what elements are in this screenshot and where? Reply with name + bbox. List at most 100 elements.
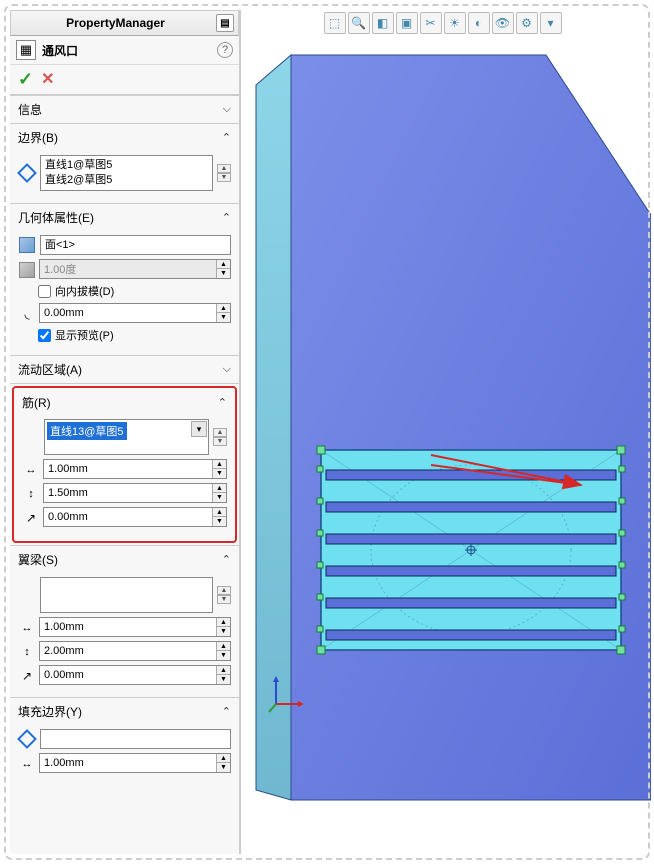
pin-icon[interactable]: ▤ [216, 14, 234, 32]
spin-down[interactable]: ▼ [216, 627, 230, 636]
rib-d2-input[interactable]: ▲▼ [43, 483, 227, 503]
spin-down[interactable]: ▼ [212, 517, 226, 526]
section-spars-label: 翼梁(S) [18, 551, 222, 568]
feature-title-row: ▦ 通风口 ? [10, 36, 239, 65]
spar-d2-field[interactable] [40, 642, 216, 660]
rib-d2-field[interactable] [44, 484, 212, 502]
spin-down: ▼ [216, 269, 230, 278]
draft-icon [18, 261, 36, 279]
rib-d1-field[interactable] [44, 460, 212, 478]
cancel-button[interactable]: ✕ [41, 69, 54, 90]
spin-down[interactable]: ▼ [212, 493, 226, 502]
ok-button[interactable]: ✓ [18, 69, 33, 90]
face-selection[interactable]: 面<1> [40, 235, 231, 255]
spar-selection-list[interactable] [40, 577, 213, 613]
diamond-icon [18, 164, 36, 182]
spin-down[interactable]: ▼ [216, 675, 230, 684]
list-item[interactable]: 直线2@草图5 [45, 173, 208, 188]
rib-selection-list[interactable]: 直线13@草图5 ▾ [44, 419, 209, 455]
display-style-icon[interactable]: ▣ [396, 12, 418, 34]
section-info-header[interactable]: 信息 ⌵ [10, 96, 239, 123]
section-boundary-header[interactable]: 边界(B) ⌃ [10, 124, 239, 151]
rib-sel-icon [22, 428, 40, 446]
draft-angle-field [40, 260, 216, 278]
section-geometry: 几何体属性(E) ⌃ 面<1> ▲▼ [10, 203, 239, 355]
list-dropdown-button[interactable]: ▾ [191, 421, 207, 437]
spin-up[interactable]: ▲ [216, 754, 230, 763]
d2-icon [22, 485, 40, 503]
chevron-down-icon: ⌵ [223, 363, 231, 376]
section-ribs: 筋(R) ⌃ 直线13@草图5 ▾ ▲ ▼ [10, 383, 239, 543]
more-icon[interactable]: ▾ [540, 12, 562, 34]
offset-icon [18, 305, 36, 323]
list-scroll-down[interactable]: ▼ [217, 595, 231, 604]
list-scroll-down[interactable]: ▼ [217, 173, 231, 182]
zoom-icon[interactable]: 🔍 [348, 12, 370, 34]
diamond-icon [18, 730, 36, 748]
orientation-triad[interactable] [266, 674, 306, 714]
list-scroll-up[interactable]: ▲ [217, 164, 231, 173]
chevron-down-icon: ⌵ [223, 103, 231, 116]
spin-up[interactable]: ▲ [212, 460, 226, 469]
offset-input[interactable]: ▲▼ [39, 303, 231, 323]
spar-angle-input[interactable]: ▲▼ [39, 665, 231, 685]
list-scroll-down[interactable]: ▼ [213, 437, 227, 446]
spar-d1-field[interactable] [40, 618, 216, 636]
spin-down[interactable]: ▼ [212, 469, 226, 478]
spin-down[interactable]: ▼ [216, 763, 230, 772]
rib-angle-field[interactable] [44, 508, 212, 526]
pm-header: PropertyManager ▤ [10, 10, 239, 36]
spin-up[interactable]: ▲ [216, 642, 230, 651]
view-orientation-icon[interactable]: ◧ [372, 12, 394, 34]
section-view-icon[interactable]: ✂ [420, 12, 442, 34]
rib-d1-input[interactable]: ▲▼ [43, 459, 227, 479]
appearance-icon[interactable]: ◐ [468, 12, 490, 34]
hide-show-icon[interactable]: 👁 [492, 12, 514, 34]
section-flow-header[interactable]: 流动区域(A) ⌵ [10, 356, 239, 383]
section-ribs-label: 筋(R) [22, 394, 218, 411]
section-fillin-label: 填充边界(Y) [18, 703, 222, 720]
scene-icon[interactable]: ☀ [444, 12, 466, 34]
zoom-fit-icon[interactable]: ⬚ [324, 12, 346, 34]
section-spars-header[interactable]: 翼梁(S) ⌃ [10, 546, 239, 573]
section-ribs-header[interactable]: 筋(R) ⌃ [18, 390, 231, 415]
spin-up[interactable]: ▲ [216, 304, 230, 313]
chevron-up-icon: ⌃ [222, 705, 231, 718]
spin-down[interactable]: ▼ [216, 313, 230, 322]
d1-icon [18, 755, 36, 773]
angle-icon [18, 667, 36, 685]
spin-up: ▲ [216, 260, 230, 269]
spin-up[interactable]: ▲ [216, 666, 230, 675]
d2-icon [18, 643, 36, 661]
spin-down[interactable]: ▼ [216, 651, 230, 660]
spar-angle-field[interactable] [40, 666, 216, 684]
chevron-up-icon: ⌃ [222, 553, 231, 566]
fillin-d1-field[interactable] [40, 754, 216, 772]
rib-angle-input[interactable]: ▲▼ [43, 507, 227, 527]
confirm-row: ✓ ✕ [10, 65, 239, 95]
spin-up[interactable]: ▲ [216, 618, 230, 627]
d1-icon [18, 619, 36, 637]
spin-up[interactable]: ▲ [212, 484, 226, 493]
section-geometry-header[interactable]: 几何体属性(E) ⌃ [10, 204, 239, 231]
spar-d2-input[interactable]: ▲▼ [39, 641, 231, 661]
help-icon[interactable]: ? [217, 42, 233, 58]
3d-viewport[interactable]: ⬚ 🔍 ◧ ▣ ✂ ☀ ◐ 👁 ⚙ ▾ [240, 10, 644, 854]
chevron-up-icon: ⌃ [222, 211, 231, 224]
spar-d1-input[interactable]: ▲▼ [39, 617, 231, 637]
section-flow: 流动区域(A) ⌵ [10, 355, 239, 383]
list-scroll-up[interactable]: ▲ [217, 586, 231, 595]
draft-inward-checkbox[interactable] [38, 285, 51, 298]
spin-up[interactable]: ▲ [212, 508, 226, 517]
show-preview-checkbox[interactable] [38, 329, 51, 342]
face-icon [18, 236, 36, 254]
boundary-selection-list[interactable]: 直线1@草图5 直线2@草图5 [40, 155, 213, 191]
list-item[interactable]: 直线1@草图5 [45, 158, 208, 173]
fillin-selection[interactable] [40, 729, 231, 749]
offset-field[interactable] [40, 304, 216, 322]
rib-selected-item[interactable]: 直线13@草图5 [47, 422, 127, 440]
section-fillin-header[interactable]: 填充边界(Y) ⌃ [10, 698, 239, 725]
settings-icon[interactable]: ⚙ [516, 12, 538, 34]
fillin-d1-input[interactable]: ▲▼ [39, 753, 231, 773]
list-scroll-up[interactable]: ▲ [213, 428, 227, 437]
